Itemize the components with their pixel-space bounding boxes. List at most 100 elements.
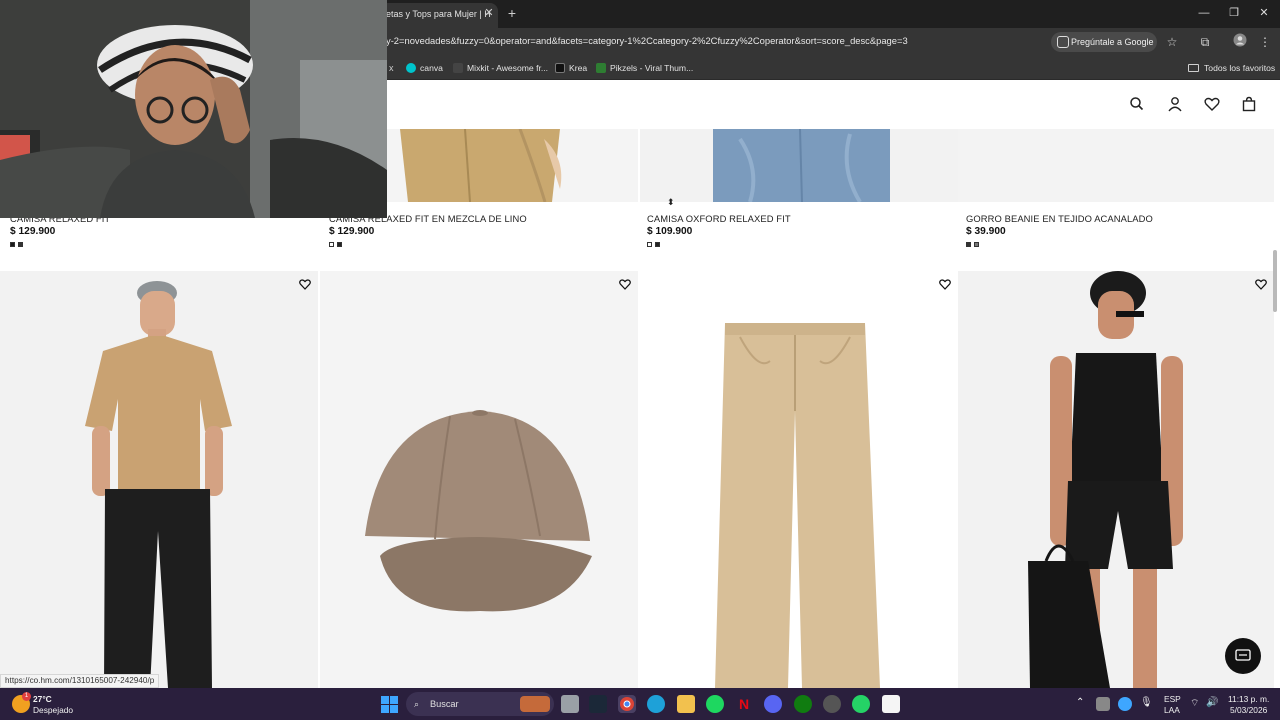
search-highlight-icon	[520, 696, 550, 712]
product-price: $ 129.900	[10, 226, 56, 237]
search-label: Buscar	[430, 699, 459, 709]
discord-icon[interactable]	[764, 695, 782, 713]
bookmark-label: canva	[420, 63, 443, 73]
scroll-cursor-icon: ⬍	[667, 197, 675, 207]
clock-time[interactable]: 11:13 p. m.	[1228, 694, 1269, 704]
status-bar-link: https://co.hm.com/1310165007-242940/p	[0, 674, 160, 688]
product-info: CAMISA RELAXED FIT $ 129.900	[10, 213, 110, 248]
restore-icon[interactable]: ❐	[1219, 3, 1249, 23]
chrome-icon[interactable]	[618, 695, 636, 713]
file-explorer-icon[interactable]	[677, 695, 695, 713]
pikzels-icon	[596, 63, 606, 73]
ask-google-button[interactable]: Pregúntale a Google	[1051, 32, 1157, 52]
weather-temp: 27°C	[33, 694, 52, 704]
color-swatch[interactable]	[10, 242, 15, 247]
product-info: GORRO BEANIE EN TEJIDO ACANALADO $ 39.90…	[966, 213, 1153, 248]
close-window-icon[interactable]: ✕	[1249, 3, 1279, 23]
mixkit-icon	[453, 63, 463, 73]
weather-desc: Despejado	[33, 705, 74, 715]
lens-icon	[1057, 36, 1069, 48]
product-info: CAMISA RELAXED FIT EN MEZCLA DE LINO $ 1…	[329, 213, 527, 248]
shopping-bag-icon[interactable]	[1240, 95, 1260, 115]
spotify-icon[interactable]	[706, 695, 724, 713]
color-swatch[interactable]	[974, 242, 979, 247]
color-swatches	[966, 242, 1153, 248]
favorite-heart-icon[interactable]	[1254, 277, 1268, 291]
xbox-icon[interactable]	[794, 695, 812, 713]
chat-icon	[1235, 649, 1251, 661]
onedrive-icon[interactable]	[1118, 697, 1132, 711]
favorite-heart-icon[interactable]	[938, 277, 952, 291]
language-bottom[interactable]: LAA	[1164, 705, 1180, 715]
volume-icon[interactable]: 🔊	[1206, 697, 1218, 708]
steam-icon[interactable]	[589, 695, 607, 713]
favorites-heart-icon[interactable]	[1203, 95, 1223, 115]
folder-icon	[1188, 64, 1199, 72]
windows-start-icon[interactable]	[381, 696, 398, 713]
minimize-icon[interactable]: —	[1189, 3, 1219, 23]
bookmark-label: Pikzels - Viral Thum...	[610, 63, 694, 73]
account-icon[interactable]	[1166, 95, 1186, 115]
profile-icon[interactable]	[1231, 33, 1249, 51]
whatsapp-icon[interactable]	[852, 695, 870, 713]
tab-close-icon[interactable]: ✕	[482, 5, 496, 21]
chat-button[interactable]	[1225, 638, 1261, 674]
color-swatches	[647, 242, 791, 248]
color-swatch[interactable]	[647, 242, 652, 247]
product-name[interactable]: GORRO BEANIE EN TEJIDO ACANALADO	[966, 213, 1153, 224]
screen: etas y Tops para Mujer | H ✕ + — ❐ ✕ y-2…	[0, 0, 1280, 720]
browser-tab[interactable]: etas y Tops para Mujer | H	[380, 3, 498, 28]
bookmark-canva[interactable]: canva	[406, 60, 443, 76]
color-swatches	[10, 242, 110, 248]
extensions-icon[interactable]: ⧉	[1196, 33, 1214, 51]
clock-date[interactable]: 5/03/2026	[1230, 705, 1267, 715]
task-view-icon[interactable]	[561, 695, 579, 713]
url-field[interactable]: y-2=novedades&fuzzy=0&operator=and&facet…	[386, 35, 1026, 49]
brown-cap-image	[365, 410, 592, 612]
capcut-icon[interactable]	[882, 695, 900, 713]
app-icon[interactable]	[823, 695, 841, 713]
tray-chevron-icon[interactable]: ⌃	[1076, 697, 1084, 708]
color-swatch[interactable]	[337, 242, 342, 247]
color-swatches	[329, 242, 527, 248]
product-card-cap[interactable]	[320, 271, 638, 688]
menu-icon[interactable]: ⋮	[1256, 33, 1274, 51]
color-swatch[interactable]	[18, 242, 23, 247]
bookmark-label: Krea	[569, 63, 588, 73]
bookmark-star-icon[interactable]: ☆	[1163, 33, 1181, 51]
product-name[interactable]: CAMISA OXFORD RELAXED FIT	[647, 213, 791, 224]
product-price: $ 39.900	[966, 226, 1006, 237]
product-price: $ 109.900	[647, 226, 693, 237]
wifi-icon[interactable]: ⌔	[1190, 697, 1199, 710]
product-card-tank-top[interactable]	[958, 271, 1274, 688]
taskbar-search[interactable]: ⌕ Buscar	[406, 692, 554, 716]
tray-app-icon[interactable]	[1096, 697, 1110, 711]
model-tan-tshirt-image	[85, 281, 232, 688]
netflix-icon[interactable]: N	[735, 695, 753, 713]
weather-badge: 1	[22, 692, 31, 701]
color-swatch[interactable]	[966, 242, 971, 247]
color-swatch[interactable]	[329, 242, 334, 247]
bookmark-krea[interactable]: Krea	[555, 60, 587, 76]
microphone-icon[interactable]: 🎙	[1140, 697, 1153, 708]
bookmark-close[interactable]: x	[389, 60, 394, 76]
color-swatch[interactable]	[655, 242, 660, 247]
new-tab-icon[interactable]: +	[503, 4, 521, 22]
language-top[interactable]: ESP	[1164, 694, 1181, 704]
favorite-heart-icon[interactable]	[618, 277, 632, 291]
favorite-heart-icon[interactable]	[298, 277, 312, 291]
bookmark-mixkit[interactable]: Mixkit - Awesome fr...	[453, 60, 548, 76]
all-favorites-folder[interactable]: Todos los favoritos	[1188, 60, 1275, 76]
product-card-chinos[interactable]	[640, 271, 958, 688]
search-icon[interactable]	[1128, 95, 1148, 115]
search-icon: ⌕	[414, 699, 420, 709]
product-image-beanie[interactable]	[958, 129, 1274, 202]
product-info: CAMISA OXFORD RELAXED FIT $ 109.900	[647, 213, 791, 248]
product-card-tshirt[interactable]	[0, 271, 318, 688]
page-scrollbar[interactable]	[1273, 250, 1277, 312]
product-image-oxford-shirt[interactable]	[640, 129, 958, 202]
bookmark-pikzels[interactable]: Pikzels - Viral Thum...	[596, 60, 693, 76]
all-favorites-label: Todos los favoritos	[1204, 63, 1276, 73]
edge-icon[interactable]	[647, 695, 665, 713]
model-black-tank-image	[1028, 271, 1183, 688]
